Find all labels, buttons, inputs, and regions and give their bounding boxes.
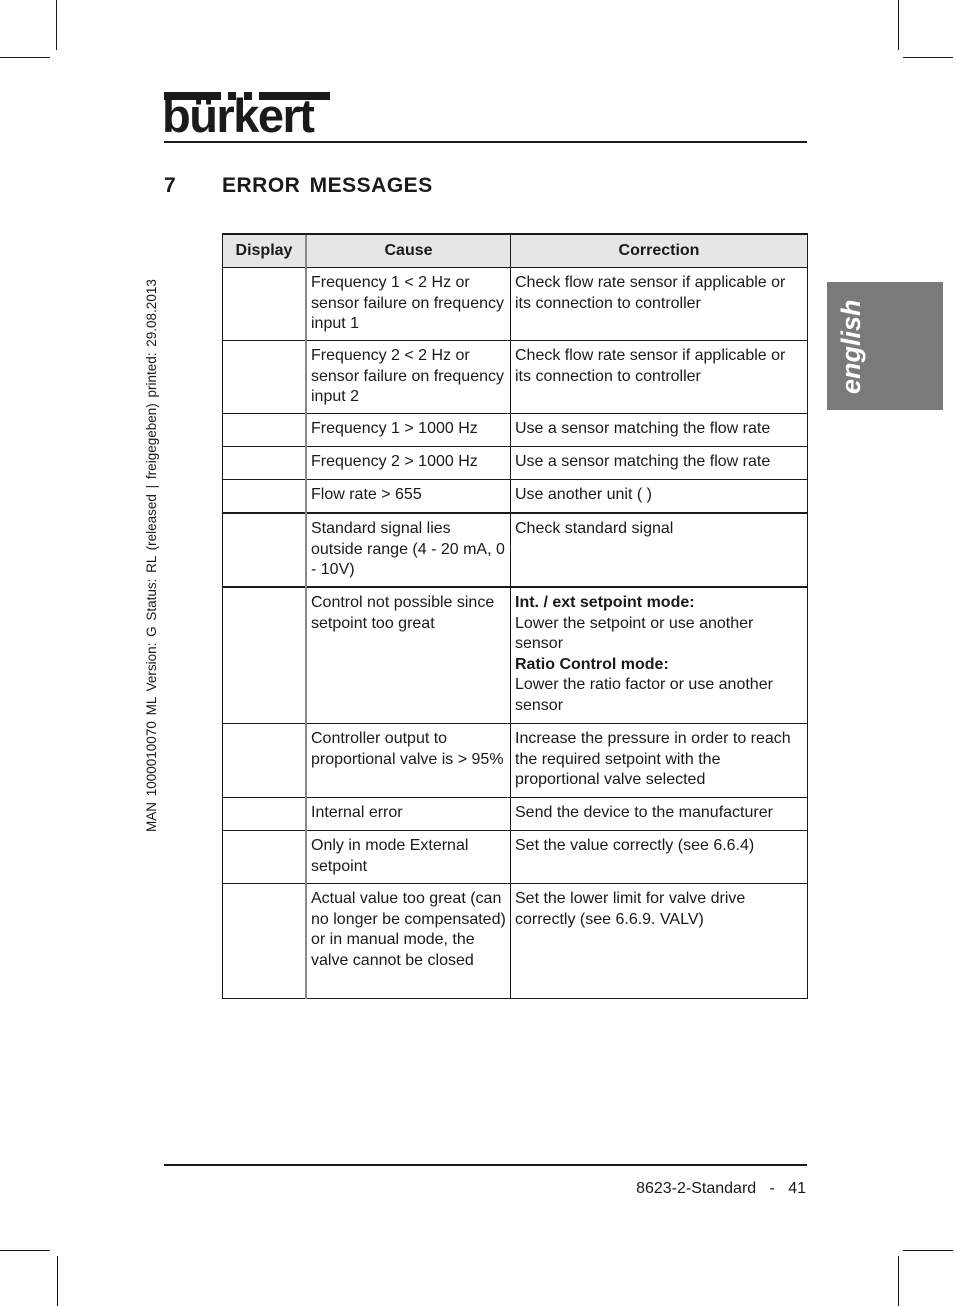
cell-cause: Only in mode External setpoint (305, 830, 511, 884)
cell-display (222, 512, 307, 588)
table-row: Frequency 1 < 2 Hz or sensor failure on … (222, 267, 808, 341)
crop-mark (903, 1250, 953, 1251)
cell-cause: Internal error (305, 797, 511, 831)
language-tab: english (827, 282, 943, 410)
cell-correction: Check flow rate sensor if applicable or … (510, 267, 808, 341)
cell-correction: Use another unit ( ) (510, 479, 808, 514)
document-meta-vertical: MAN 1000010070 ML Version: G Status: RL … (144, 279, 159, 832)
cell-correction: Set the lower limit for valve drive corr… (510, 883, 808, 999)
correction-text: Use another unit ( ) (515, 486, 652, 503)
header-rule (164, 141, 807, 143)
cell-correction: Use a sensor matching the flow rate (510, 446, 808, 480)
table-row: Frequency 2 < 2 Hz or sensor failure on … (222, 340, 808, 414)
correction-text: Increase the pressure in order to reach … (515, 730, 791, 788)
correction-mode-heading: Int. / ext setpoint mode: (515, 594, 695, 611)
cell-correction: Check flow rate sensor if applicable or … (510, 340, 808, 414)
table-row: Only in mode External setpoint Set the va… (222, 830, 808, 884)
correction-text: Check flow rate sensor if applicable or … (515, 347, 786, 385)
correction-text: Lower the setpoint or use another sensor (515, 614, 754, 653)
cell-cause: Frequency 1 < 2 Hz or sensor failure on … (305, 267, 511, 341)
table-row: Internal error Send the device to the man… (222, 797, 808, 831)
correction-mode-heading: Ratio Control mode: (515, 655, 669, 673)
cell-cause: Flow rate > 655 (305, 479, 511, 514)
cell-cause: Frequency 2 > 1000 Hz (305, 446, 511, 480)
table-header-row: Display Cause Correction (222, 233, 808, 268)
section-number: 7 (164, 174, 177, 197)
section-title: ERROR MESSAGES (222, 174, 433, 197)
footer-rule (164, 1164, 807, 1166)
table-row: Standard signal lies outside range (4 - … (222, 512, 808, 588)
table-row: Controller output to proportional valve … (222, 723, 808, 798)
cell-correction: Set the value correctly (see 6.6.4) (510, 830, 808, 884)
crop-mark (56, 0, 57, 50)
crop-mark (0, 57, 50, 58)
logo-text: bürkert (162, 89, 315, 142)
cell-cause: Actual value too great (can no longer be… (305, 883, 511, 999)
cell-correction: Increase the pressure in order to reach … (510, 723, 808, 798)
header-correction: Correction (510, 233, 808, 268)
header-display: Display (222, 233, 307, 268)
cell-correction: Send the device to the manufacturer (510, 797, 808, 831)
correction-text: Set the value correctly (see 6.6.4) (515, 837, 755, 854)
cell-display (222, 830, 307, 884)
burkert-logo: bürkert (162, 88, 334, 142)
header-cause: Cause (305, 233, 511, 268)
cell-correction: Int. / ext setpoint mode: Lower the setpo… (510, 586, 808, 724)
cell-cause: Frequency 2 < 2 Hz or sensor failure on … (305, 340, 511, 414)
cell-cause: Frequency 1 > 1000 Hz (305, 413, 511, 447)
cell-cause: Control not possible since setpoint too … (305, 586, 511, 724)
table-row: Actual value too great (can no longer be… (222, 883, 808, 999)
correction-text: Check standard signal (515, 520, 674, 537)
correction-text: Send the device to the manufacturer (515, 804, 773, 821)
crop-mark (898, 1256, 899, 1306)
cell-display (222, 723, 307, 798)
table-body: Frequency 1 < 2 Hz or sensor failure on … (222, 267, 808, 999)
correction-text: Lower the ratio factor or use another se… (515, 676, 773, 714)
cell-display (222, 479, 307, 514)
cell-display (222, 586, 307, 724)
correction-text: Check flow rate sensor if applicable or … (515, 274, 786, 312)
correction-text: Use a sensor matching the flow rate (515, 453, 771, 470)
cell-correction: Check standard signal (510, 512, 808, 588)
page-footer: 8623-2-Standard - 41 (636, 1180, 806, 1198)
cell-display (222, 340, 307, 414)
cell-display (222, 883, 307, 999)
cell-display (222, 413, 307, 447)
correction-text: Use a sensor matching the flow rate (515, 420, 771, 437)
correction-text: Set the lower limit for valve drive corr… (515, 890, 746, 928)
cell-correction: Use a sensor matching the flow rate (510, 413, 808, 447)
footer-doc-name: 8623-2-Standard (636, 1180, 757, 1197)
cell-cause: Standard signal lies outside range (4 - … (305, 512, 511, 588)
crop-mark (0, 1250, 50, 1251)
language-tab-label: english (836, 299, 866, 394)
cell-display (222, 446, 307, 480)
table-row: Frequency 1 > 1000 Hz Use a sensor matchi… (222, 413, 808, 447)
table-row: Control not possible since setpoint too … (222, 586, 808, 724)
error-messages-table: Display Cause Correction Frequency 1 < 2… (222, 233, 808, 999)
table-row: Frequency 2 > 1000 Hz Use a sensor matchi… (222, 446, 808, 480)
cell-display (222, 797, 307, 831)
crop-mark (898, 0, 899, 50)
cell-display (222, 267, 307, 341)
crop-mark (903, 57, 953, 58)
cell-cause: Controller output to proportional valve … (305, 723, 511, 798)
footer-separator: - (769, 1180, 775, 1197)
page-number: 41 (788, 1180, 806, 1197)
crop-mark (57, 1256, 58, 1306)
table-row: Flow rate > 655 Use another unit ( ) (222, 479, 808, 514)
